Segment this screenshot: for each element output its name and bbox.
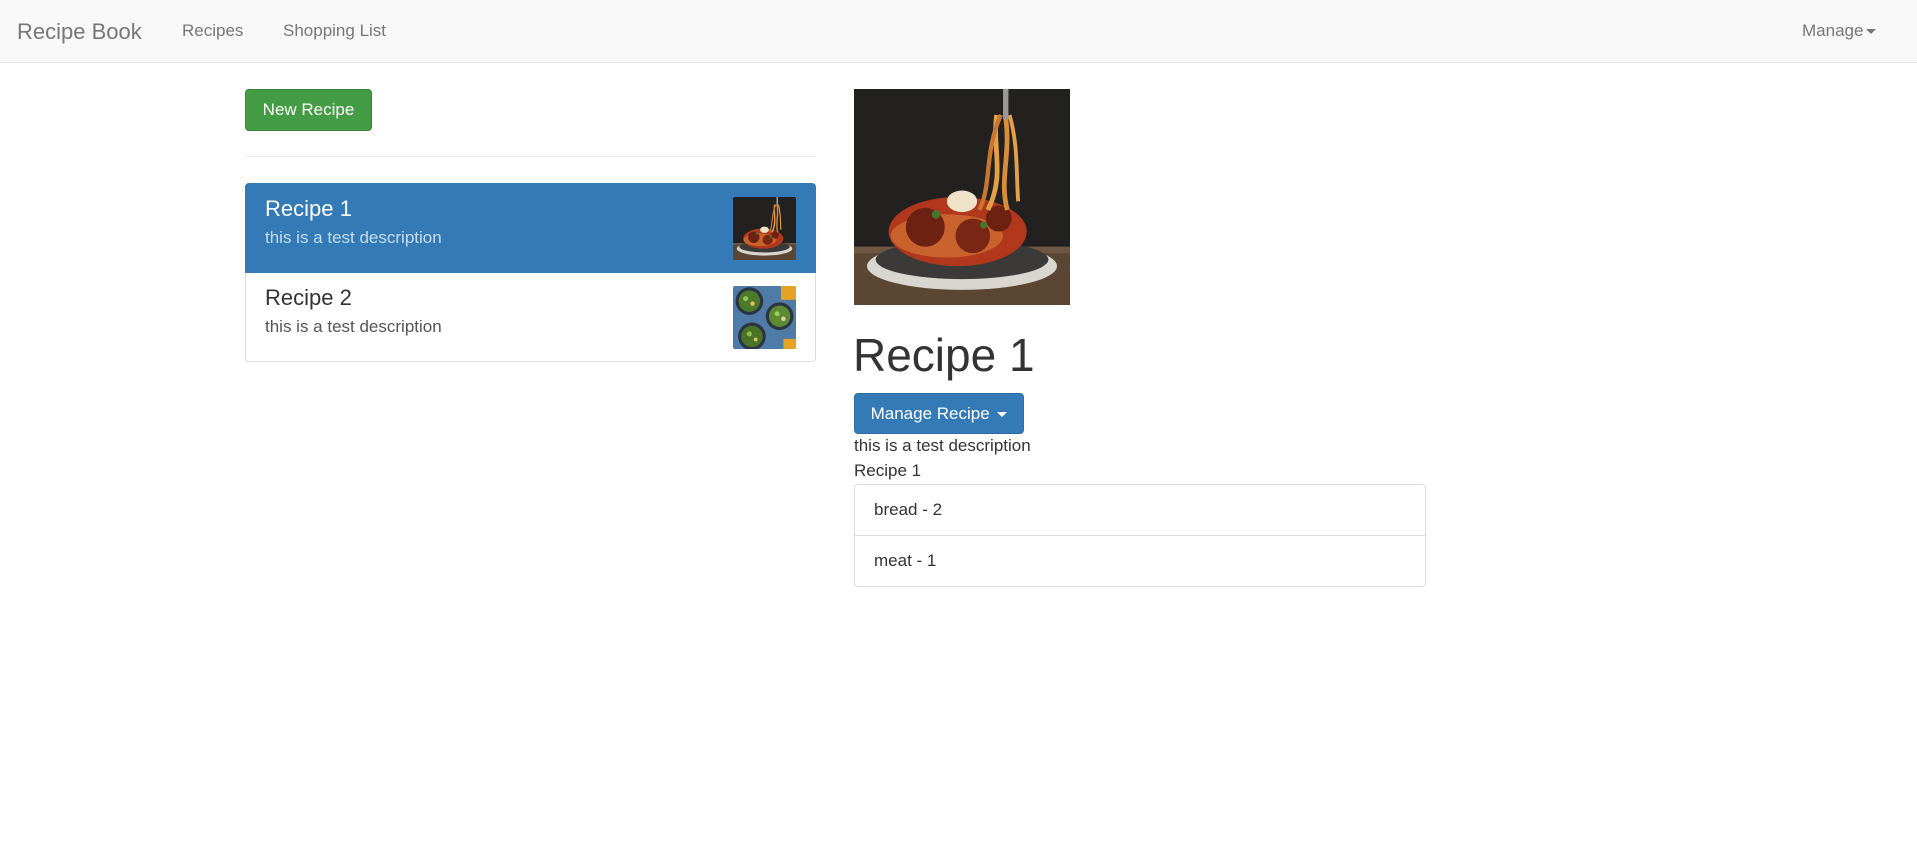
top-navbar: Recipe Book Recipes Shopping List Manage — [0, 0, 1917, 63]
recipe-item-description: this is a test description — [265, 317, 442, 336]
nav-shopping-list-link[interactable]: Shopping List — [283, 21, 386, 41]
recipe-detail-title: Recipe 1 — [853, 329, 1035, 381]
divider — [245, 156, 816, 157]
new-recipe-button[interactable]: New Recipe — [245, 89, 372, 131]
manage-recipe-label: Manage Recipe — [870, 403, 990, 423]
recipe-list: Recipe 1 this is a test description Reci… — [245, 183, 816, 362]
recipe-item-name: Recipe 1 — [265, 196, 352, 221]
recipe-item-name: Recipe 2 — [265, 285, 352, 310]
caret-down-icon — [1866, 29, 1877, 35]
manage-recipe-button[interactable]: Manage Recipe — [854, 393, 1024, 434]
recipe-item-description: this is a test description — [265, 228, 442, 247]
manage-dropdown-label: Manage — [1802, 21, 1864, 40]
caret-down-icon — [997, 411, 1008, 417]
recipe-detail-description: this is a test description — [854, 436, 1031, 455]
ingredient-list: bread - 2 meat - 1 — [854, 484, 1426, 587]
ingredient-item[interactable]: bread - 2 — [854, 484, 1426, 536]
recipe-list-item[interactable]: Recipe 1 this is a test description — [245, 183, 816, 273]
ingredient-item[interactable]: meat - 1 — [854, 535, 1426, 587]
recipe-list-item[interactable]: Recipe 2 this is a test description — [245, 272, 816, 362]
recipe-thumbnail-image — [733, 197, 796, 260]
recipe-thumbnail-image — [733, 286, 796, 349]
recipe-detail-name: Recipe 1 — [854, 461, 922, 480]
manage-dropdown-toggle[interactable]: Manage — [1802, 21, 1877, 41]
brand-link[interactable]: Recipe Book — [17, 19, 142, 45]
nav-recipes-link[interactable]: Recipes — [182, 21, 243, 41]
recipe-detail-image — [854, 89, 1070, 305]
